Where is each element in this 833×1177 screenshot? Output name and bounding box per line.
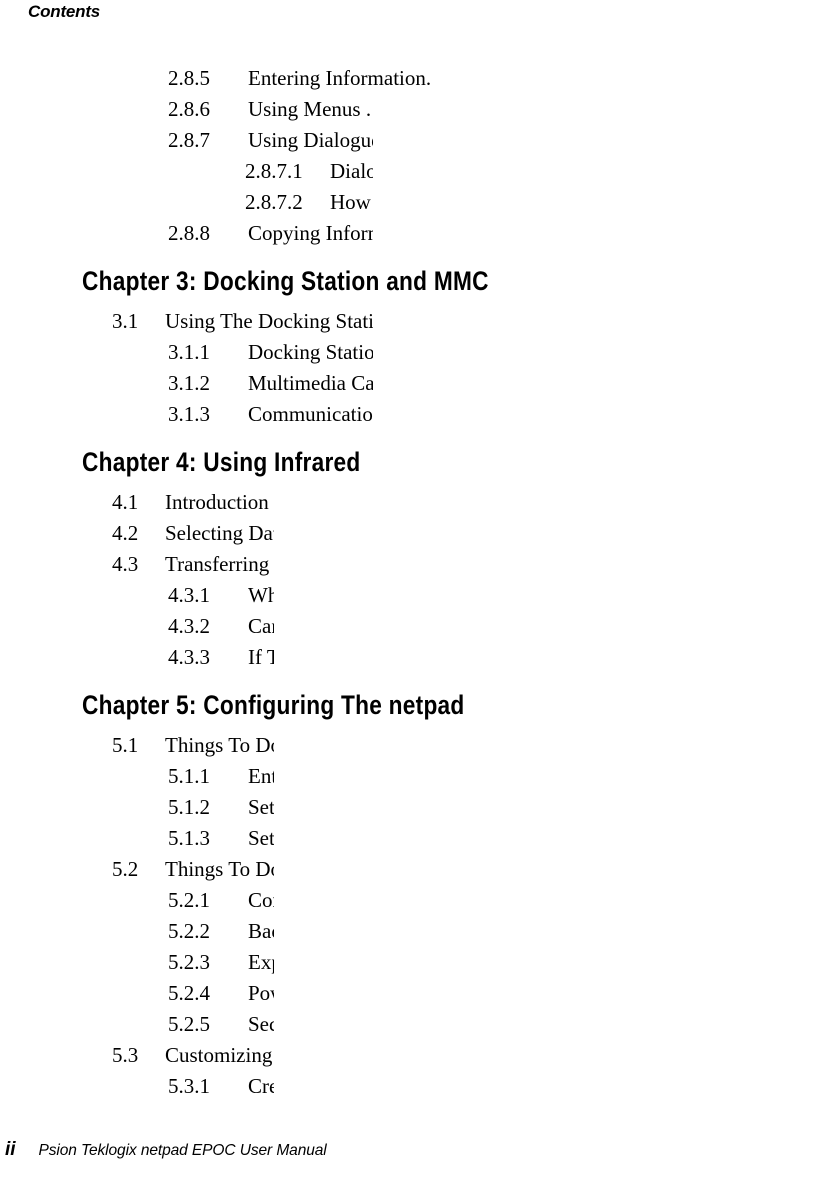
toc-entry-number: 5.3.1: [168, 1074, 210, 1098]
toc-entry-number: 5.1.1: [168, 764, 210, 788]
toc-entry-number: 5.2.1: [168, 888, 210, 912]
toc-entry-number: 5.1: [112, 733, 139, 757]
toc-entry-number: 4.2: [112, 521, 139, 545]
chapter-heading: Chapter 3: Docking Station and MMC: [82, 266, 489, 296]
toc-entry-title: Using Dialogues: [248, 128, 389, 152]
page-footer: ii Psion Teklogix netpad EPOC User Manua…: [0, 1139, 833, 1163]
toc-entry-number: 2.8.8: [168, 221, 210, 245]
manual-title: Psion Teklogix netpad EPOC User Manual: [38, 1142, 327, 1159]
toc-entry-title: Docking Station: [248, 340, 386, 364]
running-header: Contents: [28, 2, 101, 21]
chapter-heading: Chapter 5: Configuring The netpad: [82, 690, 465, 720]
toc-entry-number: 5.1.3: [168, 826, 210, 850]
toc-entry-number: 5.3: [112, 1043, 139, 1067]
toc-entry[interactable]: 3.1.2Multimedia Cards40: [0, 368, 833, 1177]
toc-entry-title: Using Menus .: [248, 97, 372, 121]
toc-entry-number: 2.8.7.1: [245, 159, 303, 183]
toc-entry-number: 5.2.4: [168, 981, 210, 1005]
table-of-contents: 2.8.5Entering Information.302.8.6Using M…: [0, 63, 833, 1177]
toc-entry[interactable]: 2.8.5Entering Information.30: [0, 63, 833, 1177]
toc-entry-title: Introduction: [165, 490, 269, 514]
toc-entry-number: 3.1: [112, 309, 139, 333]
toc-entry[interactable]: 3.1.1Docking Station39: [0, 337, 833, 1177]
toc-entry-number: 3.1.1: [168, 340, 210, 364]
toc-entry-number: 2.8.7: [168, 128, 210, 152]
toc-entry-number: 5.1.2: [168, 795, 210, 819]
toc-entry[interactable]: 5.2Things To Do Next54: [0, 854, 833, 1177]
toc-entry-number: 4.3.3: [168, 645, 210, 669]
toc-entry[interactable]: 4.3Transferring The Information46: [0, 549, 833, 1177]
toc-entry-number: 4.3.2: [168, 614, 210, 638]
toc-entry-number: 5.2.2: [168, 919, 210, 943]
toc-entry[interactable]: 5.1Things To Do First.51: [0, 730, 833, 1177]
toc-entry-title: Entering Information.: [248, 66, 432, 90]
toc-entry-number: 5.2: [112, 857, 139, 881]
toc-entry-number: 5.2.5: [168, 1012, 210, 1036]
toc-entry-number: 4.1: [112, 490, 139, 514]
toc-entry-number: 2.8.5: [168, 66, 210, 90]
toc-entry-number: 3.1.2: [168, 371, 210, 395]
toc-entry[interactable]: 2.8.6Using Menus .32: [0, 94, 833, 1177]
toc-entry-number: 5.2.3: [168, 950, 210, 974]
toc-entry[interactable]: 2.8.7Using Dialogues32: [0, 125, 833, 1177]
chapter-heading: Chapter 4: Using Infrared: [82, 447, 361, 477]
page-folio: ii: [5, 1139, 16, 1160]
toc-page: Contents 2.8.5Entering Information.302.8…: [0, 0, 833, 1177]
toc-entry-number: 2.8.6: [168, 97, 210, 121]
toc-entry-number: 2.8.7.2: [245, 190, 303, 214]
toc-entry[interactable]: 5.3Customizing Your netpad61: [0, 1040, 833, 1177]
toc-entry[interactable]: 4.2Selecting Data To Transfer45: [0, 518, 833, 1177]
toc-entry[interactable]: 4.1Introduction45: [0, 487, 833, 1177]
toc-entry-number: 4.3.1: [168, 583, 210, 607]
toc-entry-number: 3.1.3: [168, 402, 210, 426]
toc-entry-number: 4.3: [112, 552, 139, 576]
